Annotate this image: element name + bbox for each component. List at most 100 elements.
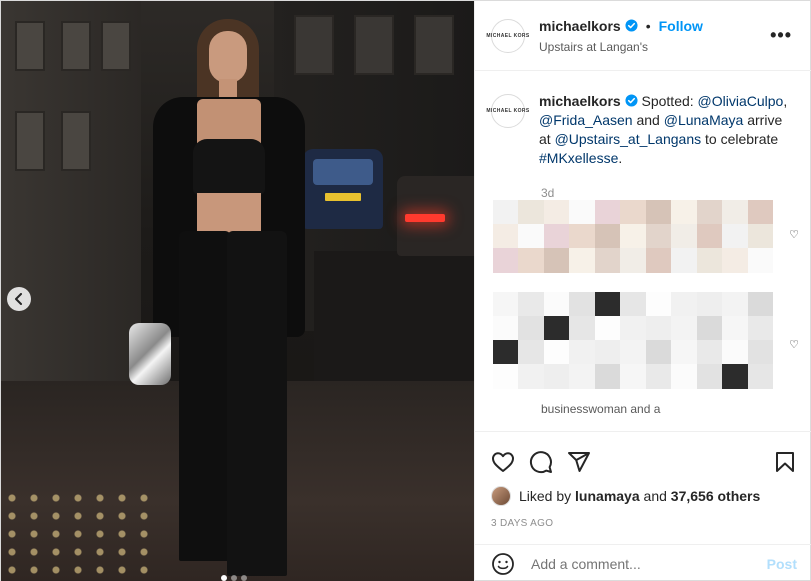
caption-segment: to celebrate (701, 131, 779, 147)
blur-pixel (518, 200, 545, 225)
blur-pixel (671, 316, 698, 341)
share-button[interactable] (567, 450, 591, 474)
blur-pixel (569, 248, 596, 273)
comment-icon (529, 451, 552, 474)
blur-pixel (671, 200, 698, 225)
caption-avatar-logo-text: MICHAEL KORS (486, 108, 530, 114)
blur-pixel (671, 340, 698, 365)
hashtag-link[interactable]: #MKxellesse (539, 150, 618, 166)
avatar[interactable]: MICHAEL KORS (486, 18, 529, 53)
mention-link[interactable]: @OliviaCulpo (698, 93, 784, 109)
follow-button[interactable]: Follow (659, 18, 703, 34)
blur-pixel (620, 248, 647, 273)
blur-pixel (594, 364, 621, 389)
blur-pixel (493, 224, 519, 249)
blur-pixel (722, 200, 749, 225)
location-link[interactable]: Upstairs at Langan's (539, 40, 703, 54)
caption-avatar[interactable]: MICHAEL KORS (486, 94, 529, 128)
blurred-comment[interactable] (493, 292, 774, 389)
blur-pixel (645, 248, 672, 273)
blur-pixel (493, 316, 519, 341)
blur-pixel (696, 224, 723, 249)
taxi (303, 149, 383, 229)
trouser-left (179, 231, 231, 561)
blur-pixel (671, 224, 698, 249)
blur-pixel (696, 364, 723, 389)
liker-avatar[interactable] (491, 486, 511, 506)
blur-pixel (518, 292, 545, 317)
blur-pixel (543, 224, 570, 249)
blur-pixel (747, 292, 774, 317)
blur-pixel (543, 292, 570, 317)
comment-input[interactable] (531, 555, 767, 572)
blur-pixel (518, 224, 545, 249)
woman-face (209, 31, 247, 83)
blur-pixel (620, 316, 647, 341)
post-photo[interactable] (1, 1, 474, 581)
blurred-comment[interactable] (493, 200, 774, 273)
username-link[interactable]: michaelkors (539, 18, 621, 34)
caption-segment: . (618, 150, 623, 166)
silver-clutch (129, 323, 171, 385)
blur-pixel (722, 292, 749, 317)
emoji-button[interactable] (491, 552, 515, 576)
blur-pixel (594, 316, 621, 341)
post-side-panel: MICHAEL KORS michaelkors • Follow Upstai… (474, 1, 811, 581)
blur-pixel (645, 292, 672, 317)
caption-username[interactable]: michaelkors (539, 93, 621, 109)
blur-pixel (645, 224, 672, 249)
blur-pixel (543, 200, 570, 225)
comment-button[interactable] (529, 450, 553, 474)
blur-pixel (620, 224, 647, 249)
building-left (1, 1, 141, 421)
blur-pixel (620, 200, 647, 225)
blur-pixel (569, 200, 596, 225)
blur-pixel (493, 292, 519, 317)
likes-count[interactable]: 37,656 others (671, 488, 761, 504)
save-button[interactable] (773, 450, 797, 474)
blur-pixel (671, 364, 698, 389)
header-info: michaelkors • Follow Upstairs at Langan'… (539, 18, 703, 54)
liker-username[interactable]: lunamaya (575, 488, 640, 504)
paper-plane-icon (568, 452, 590, 472)
more-options-icon[interactable]: ••• (770, 25, 792, 46)
like-button[interactable] (491, 450, 515, 474)
blur-pixel (493, 340, 519, 365)
post-actions: Liked by lunamaya and 37,656 others 3 DA… (475, 431, 811, 541)
blur-pixel (493, 364, 519, 389)
blur-pixel (747, 200, 774, 225)
verified-badge-icon (625, 94, 638, 107)
caption-age[interactable]: 3d (541, 186, 811, 200)
blur-pixel (696, 292, 723, 317)
likes-prefix: Liked by (519, 488, 576, 504)
blur-pixel (671, 248, 698, 273)
post-timestamp[interactable]: 3 DAYS AGO (475, 508, 811, 529)
post-header: MICHAEL KORS michaelkors • Follow Upstai… (475, 1, 811, 71)
blur-pixel (594, 224, 621, 249)
blur-pixel (518, 364, 545, 389)
action-icons (475, 432, 811, 480)
blur-pixel (594, 292, 621, 317)
carousel-dot (221, 575, 227, 581)
prev-image-button[interactable] (7, 287, 31, 311)
blur-pixel (747, 224, 774, 249)
mention-link[interactable]: @LunaMaya (664, 112, 744, 128)
comments-area[interactable]: MICHAEL KORS michaelkors Spotted: @Olivi… (475, 72, 811, 430)
post-comment-button[interactable]: Post (767, 556, 797, 572)
blur-pixel (493, 248, 519, 273)
woman-midriff (197, 193, 261, 233)
blur-pixel (594, 248, 621, 273)
comment-like-icon[interactable]: ♡ (789, 228, 799, 241)
blur-pixel (722, 340, 749, 365)
blur-pixel (696, 340, 723, 365)
likes-middle: and (639, 488, 671, 504)
instagram-post: MICHAEL KORS michaelkors • Follow Upstai… (0, 0, 811, 581)
blur-pixel (620, 364, 647, 389)
mention-link[interactable]: @Frida_Aasen (539, 112, 633, 128)
avatar-logo-text: MICHAEL KORS (486, 32, 530, 39)
blur-pixel (543, 248, 570, 273)
caption-segment: , (783, 93, 788, 109)
add-comment-bar: Post (475, 544, 811, 581)
comment-like-icon[interactable]: ♡ (789, 338, 799, 351)
mention-link[interactable]: @Upstairs_at_Langans (555, 131, 702, 147)
